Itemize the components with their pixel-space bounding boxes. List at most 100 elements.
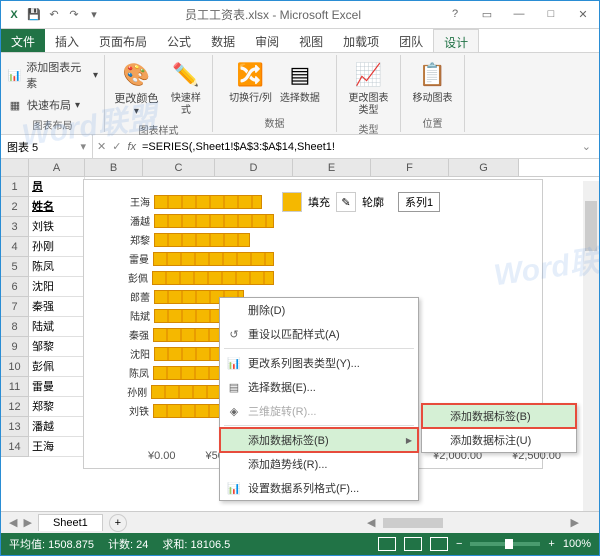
zoom-level[interactable]: 100% bbox=[563, 538, 591, 550]
row-header-5[interactable]: 5 bbox=[1, 257, 29, 277]
cell[interactable]: 员 bbox=[29, 177, 85, 197]
zoom-slider[interactable] bbox=[470, 542, 540, 546]
cell[interactable]: 沈阳 bbox=[29, 277, 85, 297]
col-header-A[interactable]: A bbox=[29, 159, 85, 176]
cancel-icon[interactable]: ✕ bbox=[97, 140, 106, 153]
qat-dropdown-icon[interactable]: ▾ bbox=[85, 6, 103, 24]
row-header-12[interactable]: 12 bbox=[1, 397, 29, 417]
col-header-G[interactable]: G bbox=[449, 159, 519, 176]
name-box[interactable]: 图表 5▾ bbox=[1, 135, 93, 158]
tab-design[interactable]: 设计 bbox=[433, 29, 479, 52]
redo-button[interactable]: ↷ bbox=[65, 6, 83, 24]
confirm-icon[interactable]: ✓ bbox=[112, 140, 121, 153]
col-header-E[interactable]: E bbox=[293, 159, 371, 176]
expand-formula-icon[interactable]: ⌄ bbox=[578, 140, 595, 153]
cell[interactable]: 雷曼 bbox=[29, 377, 85, 397]
row-header-14[interactable]: 14 bbox=[1, 437, 29, 457]
sheet-nav-next-icon[interactable]: ▶ bbox=[23, 516, 31, 529]
cell[interactable]: 邹黎 bbox=[29, 337, 85, 357]
row-header-7[interactable]: 7 bbox=[1, 297, 29, 317]
zoom-out-button[interactable]: − bbox=[456, 538, 462, 550]
tab-data[interactable]: 数据 bbox=[201, 29, 245, 52]
col-header-D[interactable]: D bbox=[215, 159, 293, 176]
ctx-add-data-labels[interactable]: 添加数据标签(B) bbox=[220, 428, 418, 452]
help-button[interactable]: ? bbox=[443, 8, 467, 21]
cell[interactable]: 彭佩 bbox=[29, 357, 85, 377]
ctx-reset-style[interactable]: ↺重设以匹配样式(A) bbox=[220, 322, 418, 346]
maximize-button[interactable]: □ bbox=[539, 8, 563, 21]
change-chart-type-button[interactable]: 📈更改图表类型 bbox=[343, 57, 394, 119]
formula-input[interactable] bbox=[142, 141, 572, 153]
ctx-change-chart-type[interactable]: 📊更改系列图表类型(Y)... bbox=[220, 351, 418, 375]
sub-add-data-labels[interactable]: 添加数据标签(B) bbox=[422, 404, 576, 428]
series-selector[interactable]: 系列1 bbox=[398, 192, 440, 212]
cell[interactable]: 潘越 bbox=[29, 417, 85, 437]
quick-styles-button[interactable]: ✏️快速样式 bbox=[166, 57, 206, 119]
tab-insert[interactable]: 插入 bbox=[45, 29, 89, 52]
tab-view[interactable]: 视图 bbox=[289, 29, 333, 52]
horizontal-scrollbar[interactable]: ◀▶ bbox=[363, 516, 583, 530]
fill-color-icon[interactable] bbox=[282, 192, 302, 212]
page-layout-view-button[interactable] bbox=[404, 537, 422, 551]
vertical-scrollbar[interactable] bbox=[583, 181, 599, 511]
cell[interactable]: 孙刚 bbox=[29, 237, 85, 257]
ribbon-collapse-button[interactable]: ▭ bbox=[475, 8, 499, 21]
row-header-11[interactable]: 11 bbox=[1, 377, 29, 397]
row-header-6[interactable]: 6 bbox=[1, 277, 29, 297]
cell[interactable]: 王海 bbox=[29, 437, 85, 457]
tab-layout[interactable]: 页面布局 bbox=[89, 29, 157, 52]
row-header-2[interactable]: 2 bbox=[1, 197, 29, 217]
cell[interactable]: 姓名 bbox=[29, 197, 85, 217]
change-colors-button[interactable]: 🎨更改颜色 ▾ bbox=[111, 57, 162, 120]
fx-icon[interactable]: fx bbox=[127, 141, 136, 153]
save-button[interactable]: 💾 bbox=[25, 6, 43, 24]
row-header-10[interactable]: 10 bbox=[1, 357, 29, 377]
chart-bar[interactable] bbox=[154, 195, 262, 209]
outline-icon[interactable]: ✎ bbox=[336, 192, 356, 212]
ctx-add-trendline[interactable]: 添加趋势线(R)... bbox=[220, 452, 418, 476]
switch-rowcol-button[interactable]: 🔀切换行/列 bbox=[227, 57, 274, 107]
chart-bar[interactable] bbox=[154, 214, 274, 228]
row-header-9[interactable]: 9 bbox=[1, 337, 29, 357]
normal-view-button[interactable] bbox=[378, 537, 396, 551]
outline-label[interactable]: 轮廓 bbox=[362, 194, 384, 210]
add-chart-element-button[interactable]: 📊添加图表元素 ▾ bbox=[7, 57, 98, 93]
chart-bar[interactable] bbox=[152, 271, 274, 285]
row-header-3[interactable]: 3 bbox=[1, 217, 29, 237]
ctx-select-data[interactable]: ▤选择数据(E)... bbox=[220, 375, 418, 399]
tab-review[interactable]: 审阅 bbox=[245, 29, 289, 52]
sheet-nav-prev-icon[interactable]: ◀ bbox=[9, 516, 17, 529]
close-button[interactable]: ✕ bbox=[571, 8, 595, 21]
row-header-1[interactable]: 1 bbox=[1, 177, 29, 197]
tab-team[interactable]: 团队 bbox=[389, 29, 433, 52]
tab-file[interactable]: 文件 bbox=[1, 29, 45, 52]
select-data-button[interactable]: ▤选择数据 bbox=[278, 57, 322, 107]
minimize-button[interactable]: — bbox=[507, 8, 531, 21]
ctx-delete[interactable]: 删除(D) bbox=[220, 298, 418, 322]
sub-add-data-callout[interactable]: 添加数据标注(U) bbox=[422, 428, 576, 452]
cell[interactable]: 郑黎 bbox=[29, 397, 85, 417]
tab-addin[interactable]: 加载项 bbox=[333, 29, 389, 52]
ctx-format-series[interactable]: 📊设置数据系列格式(F)... bbox=[220, 476, 418, 500]
zoom-in-button[interactable]: + bbox=[548, 538, 554, 550]
cell[interactable]: 陆斌 bbox=[29, 317, 85, 337]
chart-bar[interactable] bbox=[154, 233, 250, 247]
move-chart-button[interactable]: 📋移动图表 bbox=[411, 57, 455, 107]
page-break-view-button[interactable] bbox=[430, 537, 448, 551]
row-header-8[interactable]: 8 bbox=[1, 317, 29, 337]
cell[interactable]: 陈凤 bbox=[29, 257, 85, 277]
chart-bar[interactable] bbox=[153, 252, 274, 266]
row-header-4[interactable]: 4 bbox=[1, 237, 29, 257]
add-sheet-button[interactable]: + bbox=[109, 514, 127, 532]
row-header-13[interactable]: 13 bbox=[1, 417, 29, 437]
fill-label[interactable]: 填充 bbox=[308, 194, 330, 210]
col-header-B[interactable]: B bbox=[85, 159, 143, 176]
undo-button[interactable]: ↶ bbox=[45, 6, 63, 24]
cell[interactable]: 刘铁 bbox=[29, 217, 85, 237]
col-header-C[interactable]: C bbox=[143, 159, 215, 176]
col-header-F[interactable]: F bbox=[371, 159, 449, 176]
quick-layout-button[interactable]: ▦快速布局 ▾ bbox=[7, 95, 80, 115]
cell[interactable]: 秦强 bbox=[29, 297, 85, 317]
select-all-corner[interactable] bbox=[1, 159, 29, 176]
sheet-tab-sheet1[interactable]: Sheet1 bbox=[38, 514, 103, 531]
